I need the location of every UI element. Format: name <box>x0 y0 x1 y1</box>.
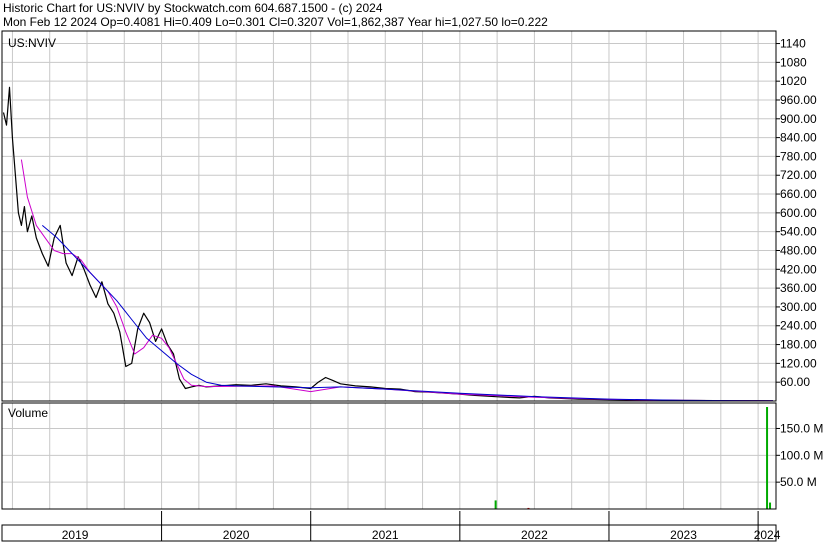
price-tick-label: 660.00 <box>780 187 817 201</box>
price-tick-label: 1140 <box>780 37 806 51</box>
year-label: 2023 <box>670 528 697 542</box>
year-label: 2024 <box>754 528 781 542</box>
price-panel-border <box>1 30 777 402</box>
price-panel <box>2 86 774 402</box>
price-volume-chart: 60.00 120.00 180.00 240.00 300.00 360.00 420.0… <box>1 30 824 542</box>
volume-panel-label: Volume <box>8 406 48 420</box>
price-tick-label: 780.00 <box>780 149 817 163</box>
price-tick-label: 180.00 <box>780 338 817 352</box>
price-tick-label: 1080 <box>780 55 807 69</box>
price-tick-label: 60.00 <box>780 375 810 389</box>
price-tick-label: 1020 <box>780 74 807 88</box>
volume-panel-border <box>1 402 777 510</box>
price-tick-label: 420.00 <box>780 262 817 276</box>
volume-tick-label: 50.0 M <box>780 475 817 489</box>
price-tick-label: 960.00 <box>780 93 817 107</box>
year-label: 2019 <box>62 528 89 542</box>
chart-frame <box>1 30 777 542</box>
price-series-line <box>2 86 774 402</box>
price-tick-label: 540.00 <box>780 225 817 239</box>
year-label: 2022 <box>521 528 548 542</box>
year-label: 2021 <box>372 528 399 542</box>
price-tick-label: 720.00 <box>780 168 817 182</box>
price-tick-label: 360.00 <box>780 281 817 295</box>
price-tick-label: 240.00 <box>780 319 817 333</box>
price-tick-label: 600.00 <box>780 206 817 220</box>
volume-tick-label: 100.0 M <box>780 448 823 462</box>
year-label: 2020 <box>223 528 250 542</box>
price-tick-label: 120.00 <box>780 356 817 370</box>
price-tick-label: 840.00 <box>780 131 817 145</box>
grid-layer <box>2 31 776 509</box>
moving-average-long-line <box>41 225 774 402</box>
price-tick-label: 480.00 <box>780 243 817 257</box>
moving-average-short-line <box>20 159 774 402</box>
volume-panel <box>494 407 772 509</box>
price-tick-label: 900.00 <box>780 112 817 126</box>
volume-tick-label: 150.0 M <box>780 421 823 435</box>
axis-labels: 60.00 120.00 180.00 240.00 300.00 360.00 420.0… <box>62 37 824 542</box>
price-tick-label: 300.00 <box>780 300 817 314</box>
symbol-label: US:NVIV <box>8 36 56 50</box>
